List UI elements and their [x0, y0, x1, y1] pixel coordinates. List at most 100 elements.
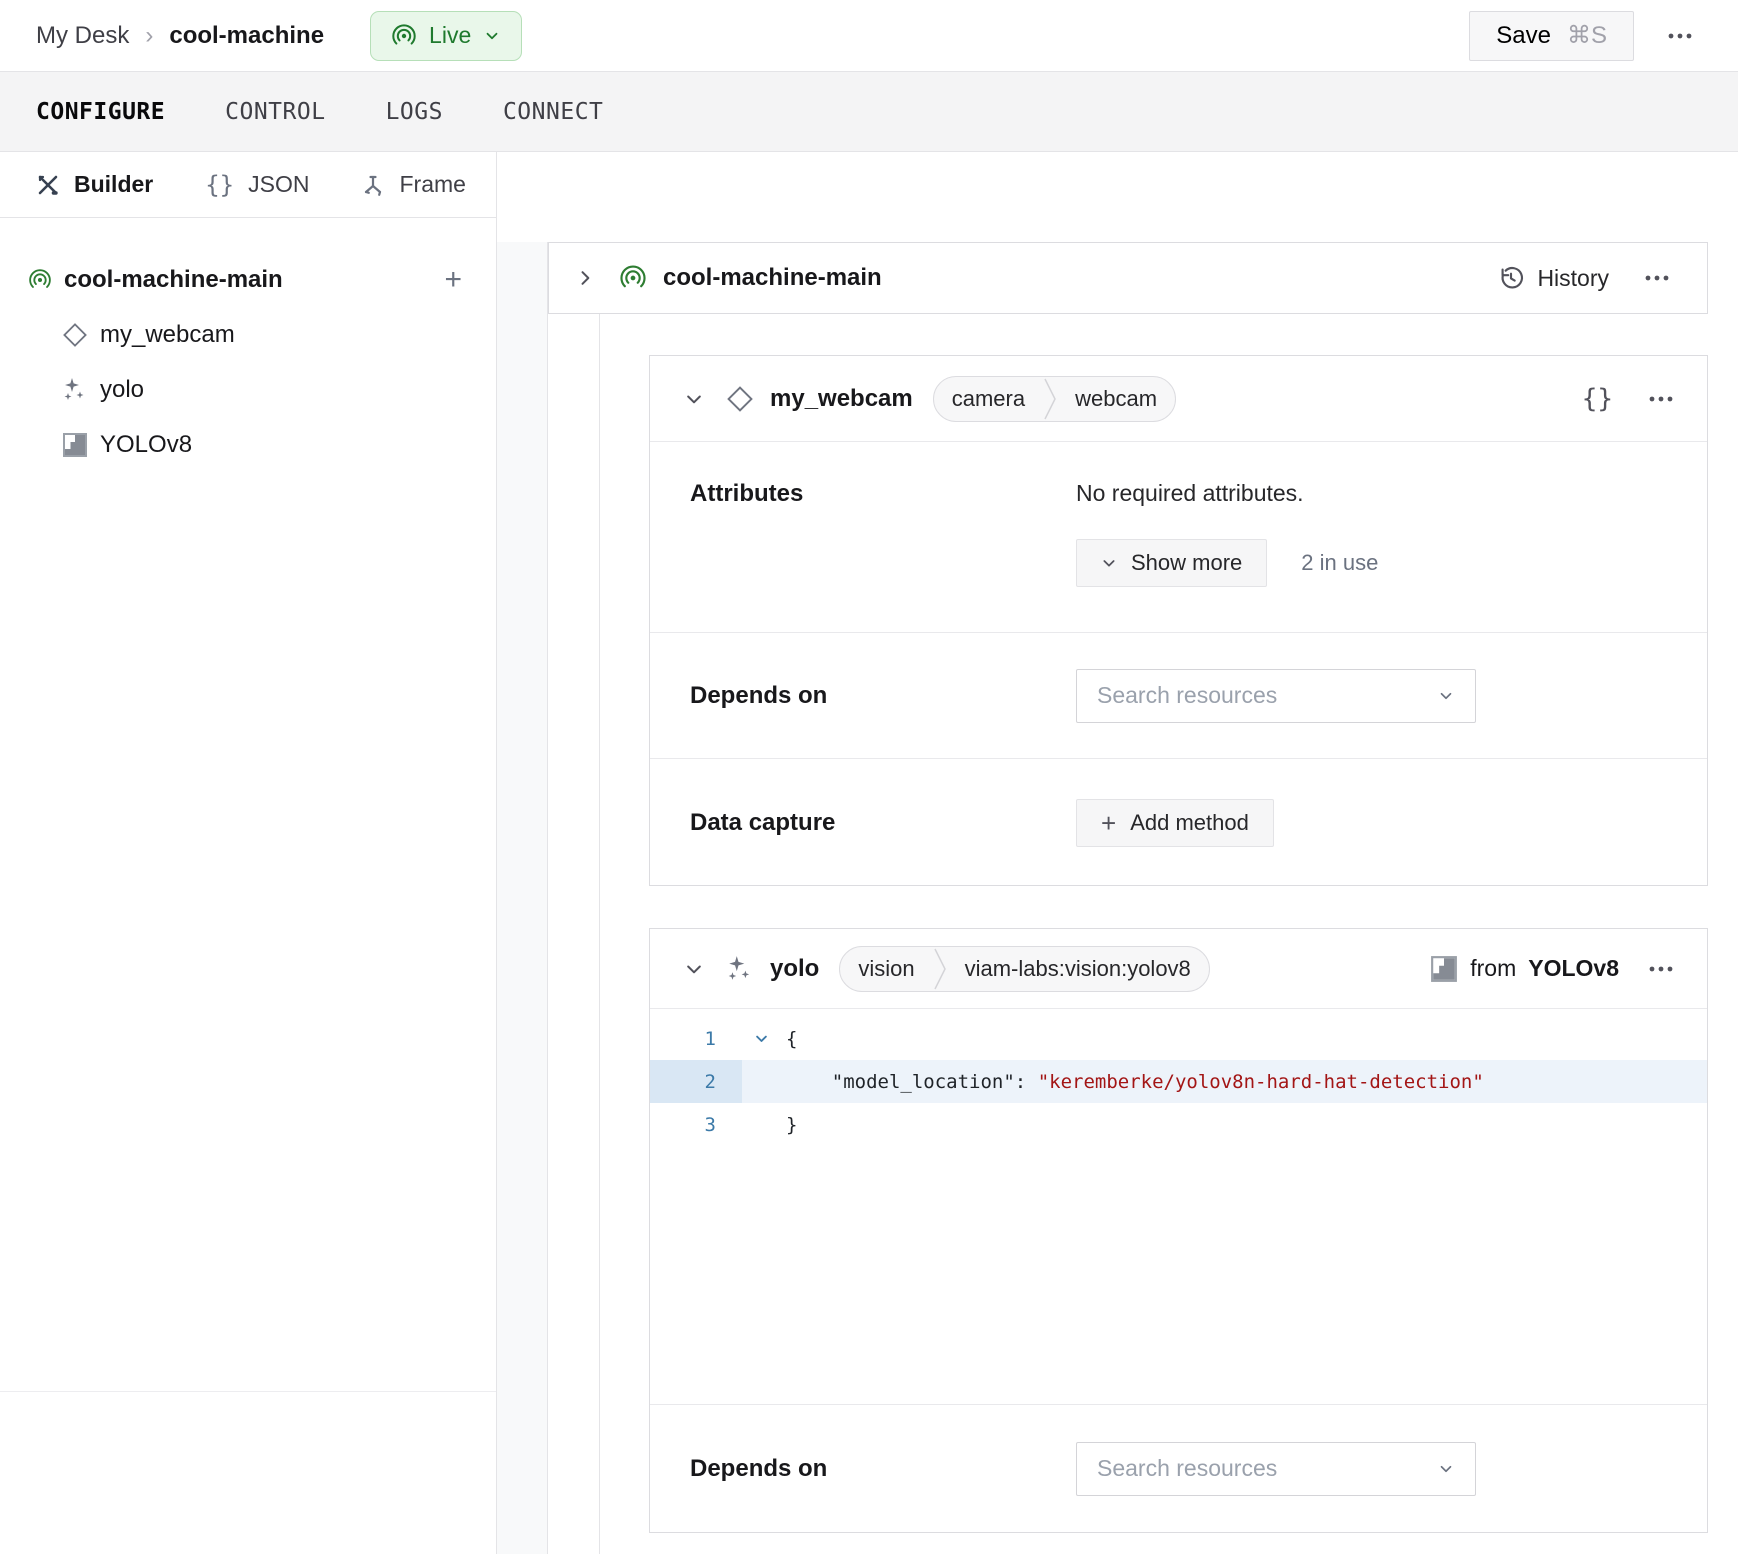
- tab-logs[interactable]: LOGS: [386, 99, 443, 125]
- diamond-icon: [62, 322, 88, 348]
- save-label: Save: [1496, 22, 1551, 50]
- webcam-overflow-menu-button[interactable]: [1639, 377, 1683, 421]
- chevron-down-icon[interactable]: [684, 959, 704, 979]
- data-capture-section: Data capture + Add method: [650, 759, 1707, 886]
- tab-connect[interactable]: CONNECT: [503, 99, 603, 125]
- attributes-section: Attributes No required attributes. Show …: [650, 442, 1707, 633]
- live-label: Live: [429, 22, 471, 49]
- kebab-icon: [1667, 32, 1693, 40]
- attributes-in-use-count: 2 in use: [1301, 550, 1378, 576]
- machine-part-header-card: cool-machine-main History: [548, 242, 1708, 314]
- chevron-down-icon: [483, 27, 501, 45]
- history-icon: [1497, 264, 1525, 292]
- app-screen: My Desk › cool-machine Live Save ⌘S: [0, 0, 1738, 1554]
- part-overflow-menu-button[interactable]: [1635, 256, 1679, 300]
- config-sidebar: Builder {} JSON Frame: [0, 152, 497, 1554]
- app-header: My Desk › cool-machine Live Save ⌘S: [0, 0, 1738, 72]
- frame-axes-icon: [361, 173, 385, 197]
- fold-toggle[interactable]: [742, 1031, 786, 1046]
- code-colon: :: [1015, 1071, 1038, 1093]
- mode-builder-label: Builder: [74, 171, 153, 198]
- tree-item-machine-part[interactable]: cool-machine-main +: [0, 252, 496, 307]
- code-key: "model_location": [832, 1071, 1015, 1093]
- config-main-panel: cool-machine-main History: [497, 152, 1738, 1554]
- main-tab-bar: CONFIGURE CONTROL LOGS CONNECT: [0, 72, 1738, 152]
- header-overflow-menu-button[interactable]: [1658, 14, 1702, 58]
- braces-icon: {}: [205, 171, 234, 199]
- show-more-button[interactable]: Show more: [1076, 539, 1267, 587]
- code-line-2-active[interactable]: 2 "model_location": "keremberke/yolov8n-…: [650, 1060, 1707, 1103]
- depends-on-section: Depends on Search resources: [650, 633, 1707, 759]
- diamond-icon: [726, 385, 754, 413]
- depends-on-label: Depends on: [690, 1455, 1076, 1483]
- line-number: 2: [650, 1060, 742, 1103]
- chevron-down-icon[interactable]: [684, 389, 704, 409]
- mode-builder[interactable]: Builder: [36, 171, 153, 198]
- broadcast-icon: [391, 23, 417, 49]
- code-line-1[interactable]: 1 {: [650, 1017, 1707, 1060]
- kebab-icon: [1644, 274, 1670, 282]
- tree-item-label: YOLOv8: [100, 431, 192, 459]
- code-string-value: "keremberke/yolov8n-hard-hat-detection": [1038, 1071, 1484, 1093]
- mode-frame-label: Frame: [399, 171, 465, 198]
- attributes-json-editor[interactable]: 1 { 2 "model_location": "keremberke/yolo…: [650, 1009, 1707, 1404]
- yolo-depends-on-section: Depends on Search resources: [650, 1404, 1707, 1532]
- attributes-empty-text: No required attributes.: [1076, 480, 1378, 507]
- history-button[interactable]: History: [1497, 264, 1609, 292]
- resource-model: viam-labs:vision:yolov8: [947, 956, 1209, 982]
- plus-icon: +: [1101, 810, 1116, 836]
- chevron-down-icon: [754, 1031, 769, 1046]
- code-line-3[interactable]: 3 }: [650, 1103, 1707, 1146]
- kebab-icon: [1648, 395, 1674, 403]
- tree-item-my-webcam[interactable]: my_webcam: [0, 307, 496, 362]
- resource-type-badge: camera webcam: [933, 376, 1176, 422]
- tree-item-label: my_webcam: [100, 321, 235, 349]
- add-method-label: Add method: [1130, 810, 1249, 836]
- line-number: 1: [650, 1028, 742, 1050]
- add-method-button[interactable]: + Add method: [1076, 799, 1274, 847]
- save-shortcut: ⌘S: [1567, 21, 1607, 50]
- resource-type: vision: [840, 956, 932, 982]
- depends-on-placeholder: Search resources: [1097, 1455, 1277, 1482]
- show-more-label: Show more: [1131, 550, 1242, 576]
- tab-configure[interactable]: CONFIGURE: [36, 99, 165, 125]
- chevron-down-icon: [1437, 687, 1455, 705]
- tree-connector-outer: [497, 242, 548, 1554]
- yolo-overflow-menu-button[interactable]: [1639, 947, 1683, 991]
- resource-tree: cool-machine-main + my_webcam: [0, 218, 496, 472]
- live-status-dropdown[interactable]: Live: [370, 11, 522, 61]
- mode-frame[interactable]: Frame: [361, 171, 465, 198]
- mode-json[interactable]: {} JSON: [205, 171, 309, 199]
- badge-divider-icon: [1043, 377, 1057, 421]
- resource-card-yolo: yolo vision viam-labs:vision:yolov8 from: [649, 928, 1708, 1533]
- save-button[interactable]: Save ⌘S: [1469, 11, 1634, 61]
- tab-control[interactable]: CONTROL: [225, 99, 325, 125]
- line-number: 3: [650, 1114, 742, 1136]
- mode-json-label: JSON: [248, 171, 309, 198]
- module-icon: [62, 432, 88, 458]
- module-icon: [1430, 955, 1458, 983]
- sparkles-icon: [726, 955, 754, 983]
- chevron-right-icon[interactable]: [575, 268, 595, 288]
- tools-icon: [36, 173, 60, 197]
- json-edit-icon[interactable]: {}: [1582, 384, 1613, 414]
- from-module-name[interactable]: YOLOv8: [1528, 955, 1619, 982]
- code-text: {: [786, 1028, 797, 1050]
- resource-type-badge: vision viam-labs:vision:yolov8: [839, 946, 1209, 992]
- resource-card-my-webcam: my_webcam camera webcam {} Attributes: [649, 355, 1708, 886]
- tree-item-yolo[interactable]: yolo: [0, 362, 496, 417]
- resource-type: camera: [934, 386, 1043, 412]
- resource-name: yolo: [770, 955, 819, 983]
- from-module-group: from YOLOv8: [1430, 955, 1619, 983]
- sparkles-icon: [62, 377, 88, 403]
- breadcrumb-parent[interactable]: My Desk: [36, 22, 129, 50]
- depends-on-select[interactable]: Search resources: [1076, 669, 1476, 723]
- code-indent: [786, 1071, 832, 1093]
- webcam-card-header: my_webcam camera webcam {}: [650, 356, 1707, 442]
- depends-on-select[interactable]: Search resources: [1076, 1442, 1476, 1496]
- broadcast-icon: [28, 268, 52, 292]
- from-label: from: [1470, 955, 1516, 982]
- add-resource-button[interactable]: +: [444, 265, 462, 295]
- tree-item-label: yolo: [100, 376, 144, 404]
- tree-item-yolov8-module[interactable]: YOLOv8: [0, 417, 496, 472]
